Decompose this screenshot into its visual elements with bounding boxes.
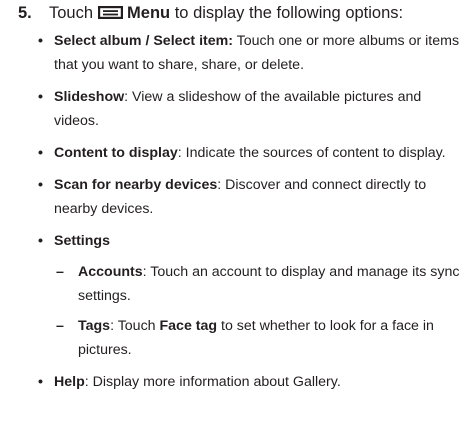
item-label: Content to display: [54, 145, 178, 161]
item-label: Scan for nearby devices: [54, 177, 218, 193]
item-label: Select album / Select item:: [54, 33, 233, 49]
list-item-select-album: • Select album / Select item: Touch one o…: [38, 29, 464, 77]
item-text: : Display more information about Gallery…: [84, 374, 341, 390]
bullet: •: [38, 89, 43, 105]
subitem-accounts: – Accounts: Touch an account to display a…: [54, 260, 464, 308]
step-5: 5. Touch Menu to display the following op…: [18, 0, 466, 390]
bullet: •: [38, 374, 43, 390]
item-label: Settings: [54, 233, 110, 249]
face-tag-label: Face tag: [159, 318, 218, 334]
list-item-content-to-display: • Content to display: Indicate the source…: [38, 141, 464, 165]
item-label: Help: [54, 374, 85, 390]
list-item-slideshow: • Slideshow: View a slideshow of the avai…: [38, 85, 464, 133]
step-text-before: Touch: [49, 4, 94, 22]
step-text-after: to display the following options:: [174, 4, 404, 22]
menu-label: Menu: [127, 4, 171, 22]
settings-sublist: – Accounts: Touch an account to display a…: [54, 260, 464, 362]
dash: –: [56, 264, 64, 280]
list-item-help: • Help: Display more information about Ga…: [38, 370, 464, 394]
bullet: •: [38, 233, 43, 249]
list-item-settings: • Settings – Accounts: Touch an account to…: [38, 229, 464, 362]
list-item-scan-nearby-devices: • Scan for nearby devices: Discover and c…: [38, 173, 464, 221]
subitem-label: Tags: [78, 318, 111, 334]
item-label: Slideshow: [54, 89, 125, 105]
subitem-tags: – Tags: Touch Face tag to set whether to …: [54, 314, 464, 362]
options-list: • Select album / Select item: Touch one o…: [38, 29, 464, 402]
step-instruction: Touch Menu to display the following optio…: [49, 0, 403, 26]
menu-icon: [98, 6, 124, 19]
bullet: •: [38, 33, 43, 49]
subitem-label: Accounts: [78, 264, 143, 280]
dash: –: [56, 318, 64, 334]
step-heading: 5. Touch Menu to display the following op…: [18, 0, 466, 26]
item-text: : Indicate the sources of content to dis…: [177, 145, 446, 161]
subitem-text-before: : Touch: [110, 318, 160, 334]
bullet: •: [38, 145, 43, 161]
step-number: 5.: [18, 4, 32, 22]
bullet: •: [38, 177, 43, 193]
